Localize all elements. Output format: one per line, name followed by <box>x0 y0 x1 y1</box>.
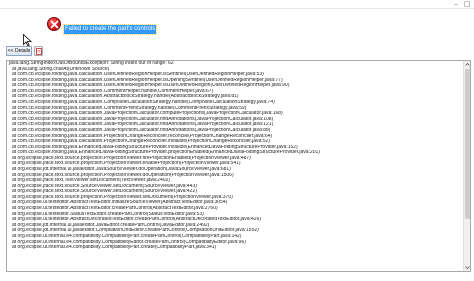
scroll-up-icon[interactable] <box>465 62 470 67</box>
vertical-scrollbar[interactable] <box>463 61 470 271</box>
copy-to-clipboard-icon <box>36 48 42 55</box>
error-message: Failed to create the part's controls <box>62 24 158 35</box>
stack-trace-text: java.lang.StringIndexOutOfBoundsExceptio… <box>9 61 462 251</box>
error-icon <box>47 17 61 31</box>
scroll-down-icon[interactable] <box>465 265 470 270</box>
window-title-bar: – □ <box>0 0 474 9</box>
stack-frame-line: at org.eclipse.ui.internal.e4.compatibil… <box>12 245 217 251</box>
details-toggle-button[interactable]: << Details <box>6 46 32 56</box>
maximize-button[interactable]: □ <box>463 1 471 8</box>
stack-trace-panel[interactable]: java.lang.StringIndexOutOfBoundsExceptio… <box>6 60 471 272</box>
minimize-button[interactable]: – <box>452 1 460 8</box>
copy-to-clipboard-button[interactable] <box>34 46 43 56</box>
scrollbar-thumb[interactable] <box>465 69 470 219</box>
